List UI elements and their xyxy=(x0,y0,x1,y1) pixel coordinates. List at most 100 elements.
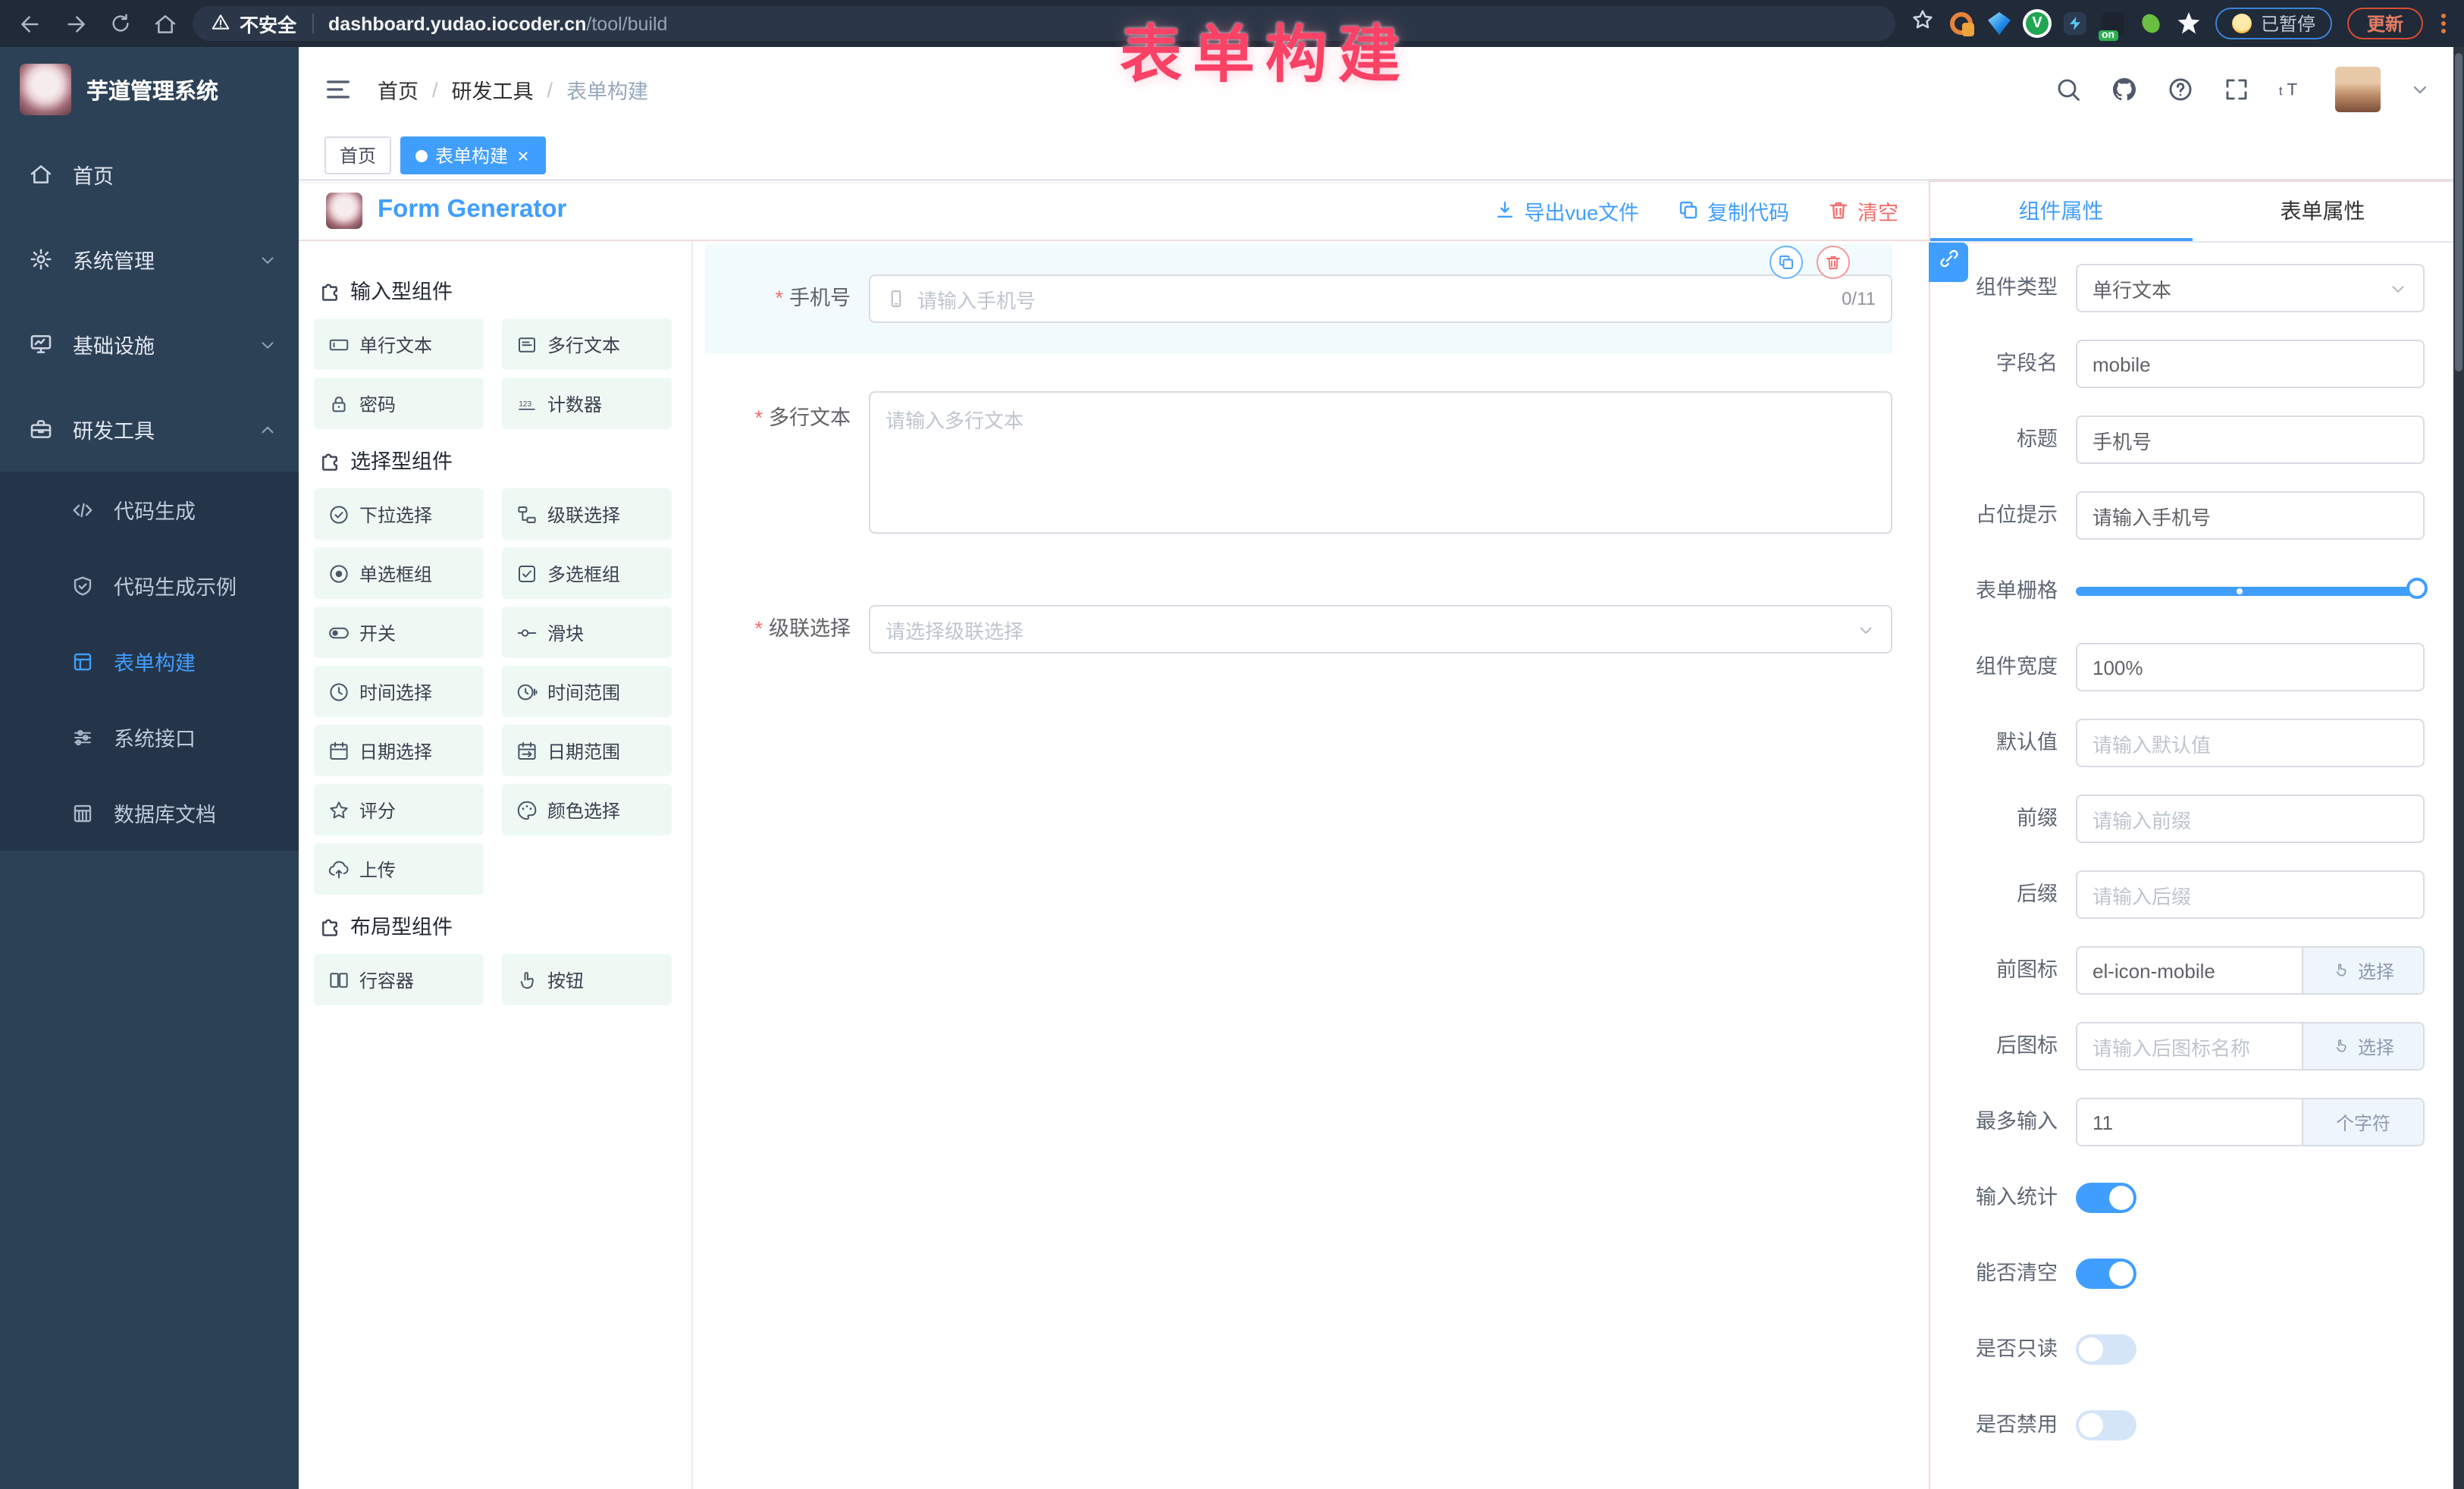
字段名-input[interactable]: mobile xyxy=(2076,340,2425,388)
sidebar-item-研发工具[interactable]: 研发工具 xyxy=(0,387,299,472)
property-label: 输入统计 xyxy=(1930,1174,2076,1222)
组件类型-select[interactable]: 单行文本 xyxy=(2076,264,2425,312)
home-icon[interactable] xyxy=(153,11,177,36)
breadcrumb-item[interactable]: 研发工具 xyxy=(452,74,534,105)
后缀-input[interactable]: 请输入后缀 xyxy=(2076,870,2425,919)
palette-item-开关[interactable]: 开关 xyxy=(314,607,484,658)
sidebar-item-表单构建[interactable]: 表单构建 xyxy=(0,623,299,699)
组件宽度-input[interactable]: 100% xyxy=(2076,643,2425,691)
最多输入-input[interactable]: 11个字符 xyxy=(2076,1098,2425,1146)
tab-表单构建[interactable]: 表单构建 xyxy=(400,136,546,174)
copy-field-button[interactable] xyxy=(1770,246,1803,279)
palette-item-多选框组[interactable]: 多选框组 xyxy=(502,547,672,599)
palette-item-时间范围[interactable]: 时间范围 xyxy=(502,666,672,717)
sidebar-item-代码生成示例[interactable]: 代码生成示例 xyxy=(0,547,299,623)
palette-item-上传[interactable]: 上传 xyxy=(314,843,484,895)
sidebar-item-数据库文档[interactable]: 数据库文档 xyxy=(0,775,299,851)
slider-handle[interactable] xyxy=(2406,578,2428,599)
mobile-input[interactable]: 请输入手机号0/11 xyxy=(869,274,1892,323)
sliders-icon xyxy=(71,726,94,748)
date-icon xyxy=(328,739,350,762)
security-label[interactable]: 不安全 xyxy=(240,9,296,38)
breadcrumb-item[interactable]: 首页 xyxy=(378,74,419,105)
extension-orange-ring[interactable] xyxy=(1950,12,1973,35)
palette-item-时间选择[interactable]: 时间选择 xyxy=(314,666,484,717)
palette-item-单行文本[interactable]: 单行文本 xyxy=(314,318,484,370)
chevron-down-icon[interactable] xyxy=(2409,79,2431,100)
link-icon xyxy=(1937,247,1960,277)
textarea-input[interactable]: 请输入多行文本 xyxy=(869,391,1892,534)
github-icon[interactable] xyxy=(2111,76,2138,103)
font-size-icon[interactable]: tT xyxy=(2279,76,2306,103)
palette-item-多行文本[interactable]: 多行文本 xyxy=(502,318,672,370)
page-scrollbar[interactable] xyxy=(2453,47,2464,1489)
search-icon[interactable] xyxy=(2055,76,2082,103)
back-icon[interactable] xyxy=(18,11,42,36)
输入统计-toggle[interactable] xyxy=(2076,1183,2136,1213)
palette-item-密码[interactable]: 密码 xyxy=(314,378,484,429)
cascader-input[interactable]: 请选择级联选择 xyxy=(869,605,1892,654)
select-icon-button[interactable]: 选择 xyxy=(2302,948,2423,993)
close-icon[interactable] xyxy=(516,148,531,163)
palette-item-日期选择[interactable]: 日期选择 xyxy=(314,725,484,776)
sidebar-item-首页[interactable]: 首页 xyxy=(0,132,299,217)
复制代码-button[interactable]: 复制代码 xyxy=(1677,195,1789,225)
palette-item-颜色选择[interactable]: 颜色选择 xyxy=(502,784,672,835)
avatar[interactable] xyxy=(2335,67,2381,112)
update-button[interactable]: 更新 xyxy=(2347,8,2423,39)
panel-link-handle[interactable] xyxy=(1929,243,1968,282)
前缀-input[interactable]: 请输入前缀 xyxy=(2076,795,2425,843)
url-bar[interactable]: 不安全 dashboard.yudao.iocoder.cn/tool/buil… xyxy=(193,6,1895,41)
app-logo[interactable]: 芋道管理系统 xyxy=(0,47,299,132)
help-icon[interactable] xyxy=(2167,76,2194,103)
sidebar: 芋道管理系统 首页系统管理基础设施研发工具代码生成代码生成示例表单构建系统接口数… xyxy=(0,47,299,1489)
tab-首页[interactable]: 首页 xyxy=(324,136,391,174)
tab-表单属性[interactable]: 表单属性 xyxy=(2192,182,2453,241)
extension-white-pin[interactable] xyxy=(2177,12,2200,35)
extension-green-v[interactable]: V xyxy=(2026,12,2049,35)
palette-item-级联选择[interactable]: 级联选择 xyxy=(502,488,672,540)
sidebar-item-系统管理[interactable]: 系统管理 xyxy=(0,217,299,302)
extension-on-badge[interactable] xyxy=(2102,12,2124,35)
canvas-field-级联选择[interactable]: *级联选择请选择级联选择 xyxy=(705,605,1892,654)
forward-icon[interactable] xyxy=(64,11,88,36)
hamburger-icon[interactable] xyxy=(323,74,353,105)
标题-input[interactable]: 手机号 xyxy=(2076,415,2425,464)
palette-item-计数器[interactable]: 123计数器 xyxy=(502,378,672,429)
browser-menu-icon[interactable] xyxy=(2441,14,2446,33)
property-label: 后图标 xyxy=(1930,1022,2076,1071)
canvas-field-手机号[interactable]: *手机号请输入手机号0/11 xyxy=(705,244,1892,353)
sidebar-item-基础设施[interactable]: 基础设施 xyxy=(0,302,299,387)
breadcrumb-item[interactable]: 表单构建 xyxy=(566,74,648,105)
palette-item-按钮[interactable]: 按钮 xyxy=(502,954,672,1005)
extension-dark-blue[interactable] xyxy=(2064,12,2086,35)
fullscreen-icon[interactable] xyxy=(2223,76,2250,103)
tab-组件属性[interactable]: 组件属性 xyxy=(1930,182,2192,241)
是否只读-toggle[interactable] xyxy=(2076,1334,2136,1365)
前图标-input[interactable]: el-icon-mobile选择 xyxy=(2076,946,2425,995)
palette-item-行容器[interactable]: 行容器 xyxy=(314,954,484,1005)
reload-icon[interactable] xyxy=(109,12,132,35)
sidebar-item-代码生成[interactable]: 代码生成 xyxy=(0,472,299,547)
extension-blue-gem[interactable] xyxy=(1988,12,2011,35)
导出vue文件-button[interactable]: 导出vue文件 xyxy=(1494,195,1639,225)
palette-item-下拉选择[interactable]: 下拉选择 xyxy=(314,488,484,540)
palette-item-评分[interactable]: 评分 xyxy=(314,784,484,835)
select-icon-button[interactable]: 选择 xyxy=(2302,1023,2423,1069)
palette-item-滑块[interactable]: 滑块 xyxy=(502,607,672,658)
是否禁用-toggle[interactable] xyxy=(2076,1410,2136,1440)
palette-item-日期范围[interactable]: 日期范围 xyxy=(502,725,672,776)
palette-item-单选框组[interactable]: 单选框组 xyxy=(314,547,484,599)
paused-badge[interactable]: 已暂停 xyxy=(2215,8,2332,39)
bookmark-star-icon[interactable] xyxy=(1911,8,1935,39)
清空-button[interactable]: 清空 xyxy=(1827,195,1898,225)
extension-green-leaf[interactable] xyxy=(2140,12,2162,35)
sidebar-item-系统接口[interactable]: 系统接口 xyxy=(0,699,299,775)
表单栅格-slider[interactable] xyxy=(2076,567,2425,616)
默认值-input[interactable]: 请输入默认值 xyxy=(2076,719,2425,767)
能否清空-toggle[interactable] xyxy=(2076,1259,2136,1289)
占位提示-input[interactable]: 请输入手机号 xyxy=(2076,491,2425,540)
delete-field-button[interactable] xyxy=(1817,246,1850,279)
canvas-field-多行文本[interactable]: *多行文本请输入多行文本 xyxy=(705,391,1892,534)
后图标-input[interactable]: 请输入后图标名称选择 xyxy=(2076,1022,2425,1071)
